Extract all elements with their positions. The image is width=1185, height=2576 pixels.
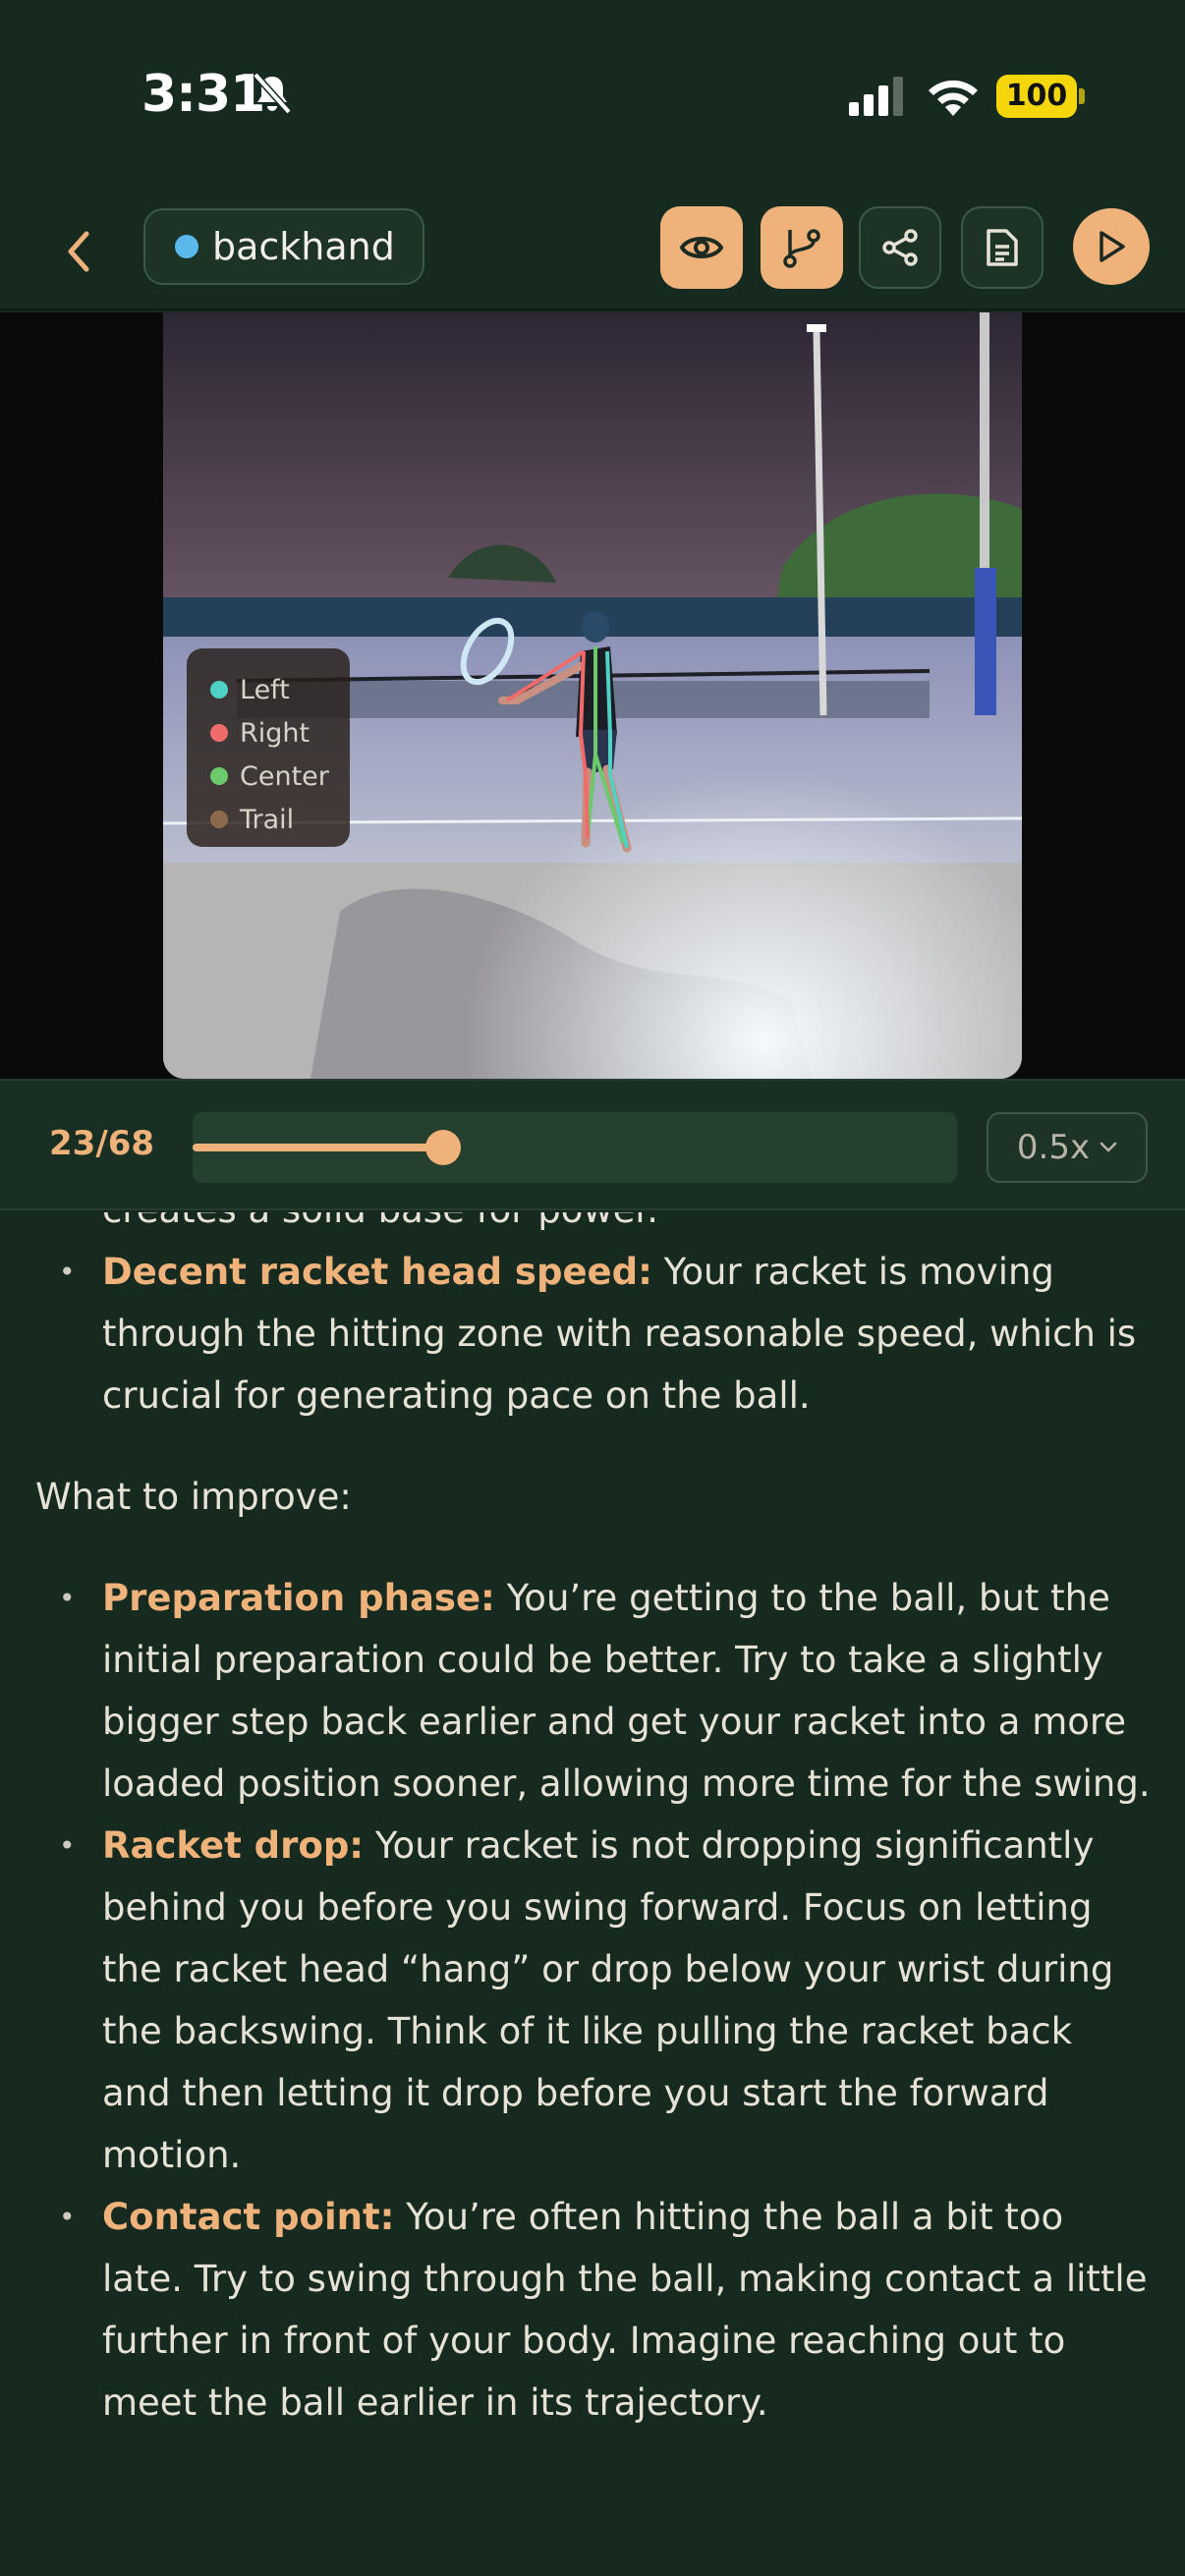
battery-cap	[1079, 88, 1085, 104]
legend-label: Center	[240, 760, 329, 792]
list-item-title: Racket drop:	[102, 1824, 365, 1867]
share-button[interactable]	[859, 206, 941, 289]
legend-item-center: Center	[210, 755, 350, 798]
list-item: • Decent racket head speed: Your racket …	[0, 1241, 1185, 1427]
section-heading: What to improve:	[35, 1476, 352, 1518]
frame-counter: 23/68	[49, 1124, 155, 1163]
chevron-left-icon	[68, 231, 89, 272]
list-item-title: Contact point:	[102, 2196, 395, 2238]
list-item: • Preparation phase: You’re getting to t…	[0, 1567, 1185, 1815]
feedback-scroll: creates a solid base for power. • Decent…	[0, 1212, 1185, 2434]
chevron-down-icon	[1100, 1142, 1117, 1152]
play-icon	[1100, 231, 1125, 262]
legend-label: Left	[240, 674, 290, 705]
eye-icon	[679, 237, 724, 258]
legend-dot-trail	[210, 811, 228, 828]
frame-scrubber: 23/68 0.5x	[0, 1079, 1185, 1210]
tag-color-dot	[175, 235, 198, 258]
report-button[interactable]	[961, 206, 1044, 289]
legend-label: Right	[240, 717, 310, 749]
stroke-tag-chip[interactable]: backhand	[143, 208, 424, 285]
video-player[interactable]: Left Right Center Trail	[0, 312, 1185, 1079]
bullet-mark: •	[59, 2201, 76, 2233]
battery-indicator: 100	[996, 75, 1085, 118]
slider-thumb[interactable]	[425, 1130, 461, 1165]
legend-item-left: Left	[210, 668, 350, 711]
legend-dot-right	[210, 724, 228, 742]
list-item: • Racket drop: Your racket is not droppi…	[0, 1815, 1185, 2186]
tag-label: backhand	[212, 225, 395, 268]
branch-icon	[783, 229, 820, 268]
playback-speed-value: 0.5x	[1016, 1128, 1091, 1167]
legend-item-trail: Trail	[210, 798, 350, 841]
legend-dot-center	[210, 767, 228, 785]
legend-item-right: Right	[210, 711, 350, 755]
battery-level: 100	[996, 75, 1077, 118]
share-icon	[882, 229, 918, 266]
pose-legend: Left Right Center Trail	[187, 648, 350, 847]
legend-dot-left	[210, 681, 228, 699]
playback-speed-select[interactable]: 0.5x	[987, 1112, 1148, 1183]
wifi-icon	[929, 80, 978, 116]
cellular-signal-icon	[849, 77, 903, 116]
status-bar: 3:31 100	[0, 0, 1185, 196]
list-item-text: Your racket is not dropping significantl…	[102, 1824, 1114, 2176]
top-toolbar: backhand	[0, 196, 1185, 310]
legend-label: Trail	[240, 804, 295, 835]
bullet-mark: •	[59, 1582, 76, 1614]
bullet-mark: •	[59, 1256, 76, 1288]
list-item-title: Preparation phase:	[102, 1577, 495, 1619]
play-button[interactable]	[1073, 208, 1150, 285]
list-item-title: Decent racket head speed:	[102, 1251, 652, 1293]
feedback-content[interactable]: creates a solid base for power. • Decent…	[0, 1212, 1185, 2576]
skeleton-toggle-button[interactable]	[761, 206, 843, 289]
document-icon	[987, 229, 1018, 266]
slider-fill	[193, 1144, 443, 1151]
partial-line-text: creates a solid base for power.	[102, 1212, 658, 1231]
visibility-toggle-button[interactable]	[660, 206, 743, 289]
status-time: 3:31	[141, 65, 265, 124]
list-item: • Contact point: You’re often hitting th…	[0, 2186, 1185, 2434]
partial-list-item: creates a solid base for power.	[0, 1212, 1185, 1241]
bullet-mark: •	[59, 1829, 76, 1862]
bell-muted-icon	[253, 72, 292, 115]
back-button[interactable]	[51, 222, 106, 281]
frame-slider[interactable]	[193, 1112, 957, 1183]
